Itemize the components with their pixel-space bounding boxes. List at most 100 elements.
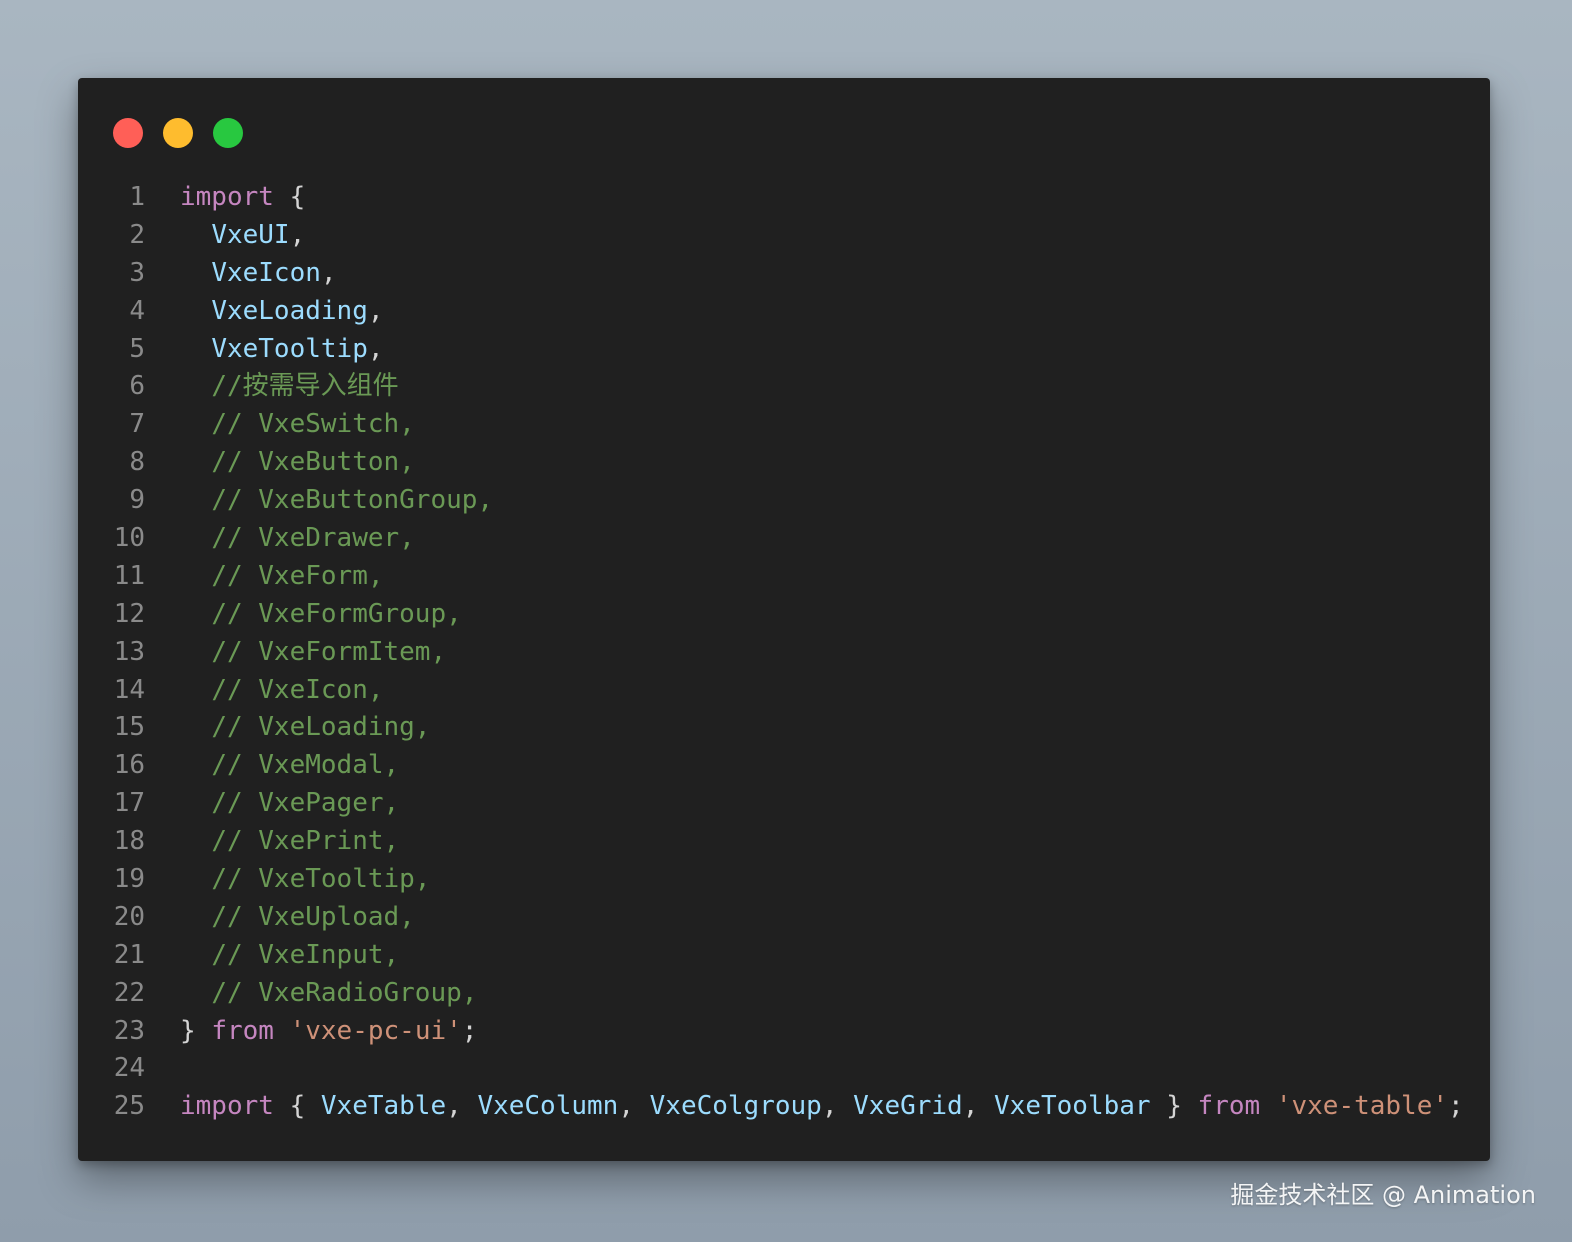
- token-comment: // VxeLoading,: [211, 712, 431, 743]
- token-string: 'vxe-pc-ui': [289, 1015, 462, 1046]
- token-comment: // VxeUpload,: [211, 901, 415, 932]
- token-punct: [180, 750, 211, 780]
- token-punct: ;: [1448, 1091, 1464, 1122]
- line-content: // VxeSwitch,: [180, 406, 415, 444]
- code-line: 3 VxeIcon,: [78, 255, 1490, 293]
- token-punct: [180, 447, 211, 477]
- code-line: 14 // VxeIcon,: [78, 672, 1490, 710]
- line-content: // VxeForm,: [180, 558, 384, 596]
- token-punct: [274, 1016, 290, 1046]
- token-comment: // VxeInput,: [211, 939, 400, 970]
- line-number: 2: [129, 219, 145, 250]
- code-line: 9 // VxeButtonGroup,: [78, 482, 1490, 520]
- watermark: 掘金技术社区 @ Animation: [1230, 1181, 1536, 1209]
- minimize-dot-icon[interactable]: [163, 118, 193, 148]
- line-content: // VxeButtonGroup,: [180, 482, 493, 520]
- token-comment: // VxePrint,: [211, 826, 400, 857]
- token-punct: [180, 409, 211, 439]
- token-comment: // VxeButtonGroup,: [211, 485, 494, 516]
- token-identifier: VxeLoading: [211, 295, 368, 326]
- line-number: 8: [129, 447, 145, 478]
- line-content: VxeLoading,: [180, 293, 383, 331]
- line-content: // VxePager,: [180, 785, 399, 823]
- token-punct: [180, 334, 211, 364]
- code-block: 1 import {2 VxeUI, 3 VxeIcon, 4 VxeLoading,…: [78, 179, 1490, 1126]
- maximize-dot-icon[interactable]: [213, 118, 243, 148]
- line-content: import { VxeTable, VxeColumn, VxeColgrou…: [180, 1088, 1464, 1126]
- token-comment: //按需导入组件: [211, 371, 399, 402]
- line-content: // VxeTooltip,: [180, 861, 430, 899]
- line-number: 13: [113, 636, 145, 667]
- token-comment: // VxeFormItem,: [211, 636, 447, 667]
- line-number: 16: [113, 750, 145, 781]
- token-keyword: import: [180, 182, 274, 212]
- token-punct: ;: [461, 1015, 478, 1046]
- line-content: VxeIcon,: [180, 255, 336, 293]
- token-keyword: import: [180, 1091, 274, 1122]
- line-number: 5: [129, 333, 145, 364]
- code-line: 22 // VxeRadioGroup,: [78, 975, 1490, 1013]
- token-identifier: VxeColumn: [477, 1091, 619, 1122]
- token-punct: ,: [962, 1091, 995, 1122]
- token-comment: // VxeForm,: [211, 560, 384, 591]
- code-line: 5 VxeTooltip,: [78, 331, 1490, 369]
- code-line: 12 // VxeFormGroup,: [78, 596, 1490, 634]
- code-line: 17 // VxePager,: [78, 785, 1490, 823]
- token-comment: // VxeButton,: [211, 447, 415, 478]
- line-number: 23: [113, 1015, 145, 1046]
- line-content: // VxeModal,: [180, 747, 399, 785]
- token-punct: [180, 902, 211, 932]
- token-comment: // VxeDrawer,: [211, 523, 415, 554]
- line-number: 17: [113, 788, 145, 819]
- code-line: 7 // VxeSwitch,: [78, 406, 1490, 444]
- token-identifier: VxeTooltip: [211, 333, 368, 364]
- token-comment: // VxeRadioGroup,: [211, 977, 478, 1008]
- token-punct: [180, 637, 211, 667]
- line-number: 3: [129, 257, 145, 288]
- close-dot-icon[interactable]: [113, 118, 143, 148]
- line-content: // VxeFormGroup,: [180, 596, 462, 634]
- token-punct: [180, 940, 211, 970]
- line-number: 22: [113, 977, 145, 1008]
- line-content: // VxeFormItem,: [180, 634, 446, 672]
- line-content: // VxePrint,: [180, 823, 399, 861]
- token-punct: ,: [446, 1091, 478, 1122]
- line-content: // VxeRadioGroup,: [180, 975, 477, 1013]
- code-line: 11 // VxeForm,: [78, 558, 1490, 596]
- token-punct: [180, 599, 211, 629]
- code-line: 21 // VxeInput,: [78, 937, 1490, 975]
- token-punct: [180, 220, 211, 250]
- line-number: 4: [129, 295, 145, 326]
- token-identifier: VxeIcon: [211, 257, 321, 288]
- line-content: // VxeUpload,: [180, 899, 415, 937]
- token-punct: [180, 826, 211, 856]
- line-number: 1: [129, 182, 145, 212]
- token-punct: [180, 296, 211, 326]
- token-punct: [180, 523, 211, 553]
- token-comment: // VxeIcon,: [211, 674, 384, 705]
- line-number: 7: [129, 409, 145, 440]
- token-punct: [180, 978, 211, 1008]
- token-punct: ,: [618, 1091, 650, 1122]
- token-punct: [180, 712, 211, 742]
- line-content: import {: [180, 179, 305, 217]
- line-content: // VxeButton,: [180, 444, 415, 482]
- token-comment: // VxeSwitch,: [211, 409, 415, 440]
- code-line: 18 // VxePrint,: [78, 823, 1490, 861]
- token-comment: // VxeModal,: [211, 750, 400, 781]
- token-punct: [180, 788, 211, 818]
- line-number: 12: [113, 598, 145, 629]
- token-identifier: VxeTable: [320, 1091, 447, 1122]
- token-punct: [1260, 1091, 1276, 1121]
- token-comment: // VxeTooltip,: [211, 864, 431, 895]
- token-comment: // VxeFormGroup,: [211, 598, 462, 629]
- line-content: VxeTooltip,: [180, 331, 383, 369]
- line-content: // VxeDrawer,: [180, 520, 415, 558]
- line-content: // VxeIcon,: [180, 672, 384, 710]
- code-line: 13 // VxeFormItem,: [78, 634, 1490, 672]
- line-content: //按需导入组件: [180, 368, 399, 406]
- token-punct: [180, 258, 211, 288]
- line-number: 19: [113, 864, 145, 895]
- code-line: 16 // VxeModal,: [78, 747, 1490, 785]
- token-punct: [180, 485, 211, 515]
